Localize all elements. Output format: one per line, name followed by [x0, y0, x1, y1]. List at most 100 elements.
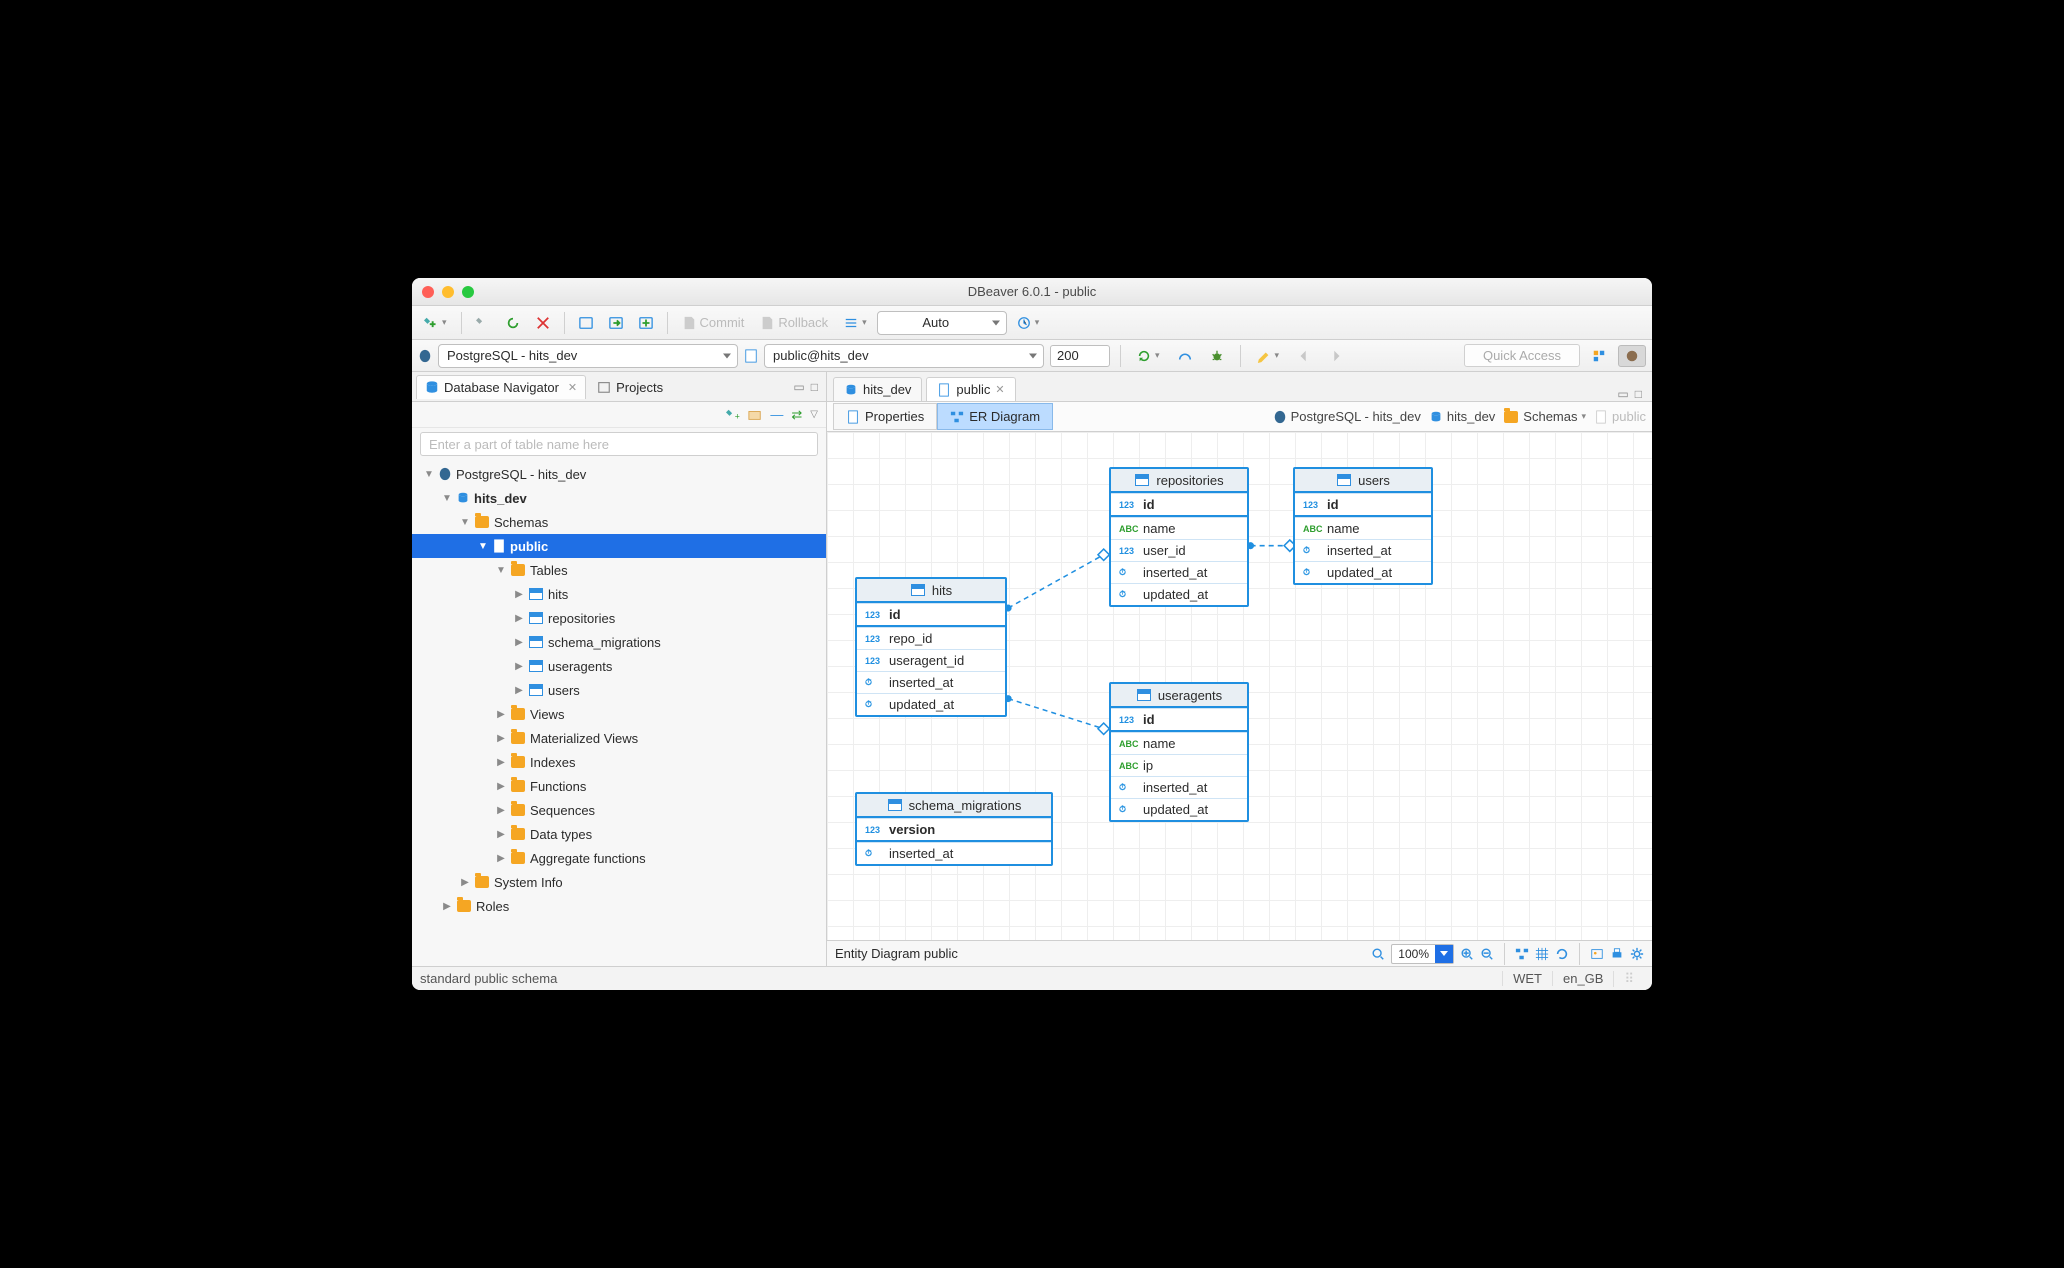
search-icon[interactable] [1371, 947, 1385, 961]
settings-icon[interactable] [1630, 947, 1644, 961]
reconnect-button[interactable] [500, 313, 526, 333]
minimize-editor-button[interactable]: ▭ [1617, 387, 1628, 401]
sql-recent-button[interactable] [603, 313, 629, 333]
entity-users[interactable]: users 123id ABCname ⏱inserted_at ⏱update… [1293, 467, 1433, 585]
search-button[interactable]: ▾ [1251, 346, 1286, 366]
window-controls [422, 286, 474, 298]
maximize-view-button[interactable]: □ [811, 380, 818, 394]
tree-aggfunc[interactable]: ▶Aggregate functions [412, 846, 826, 870]
collapse-icon[interactable]: — [770, 407, 783, 422]
view-menu-icon[interactable]: ▽ [810, 409, 818, 420]
tree-functions[interactable]: ▶Functions [412, 774, 826, 798]
entity-schema-migrations[interactable]: schema_migrations 123version ⏱inserted_a… [855, 792, 1053, 866]
link-editor-icon[interactable]: ⇄ [791, 407, 802, 423]
maximize-editor-button[interactable]: □ [1635, 387, 1642, 401]
disconnect-button[interactable] [530, 313, 556, 333]
plug-plus-icon[interactable]: + [726, 408, 740, 422]
editor-tab-hitsdev[interactable]: hits_dev [833, 377, 922, 401]
result-limit-value: 200 [1057, 348, 1079, 363]
refresh-button[interactable]: ▾ [1131, 346, 1166, 366]
tree-roles[interactable]: ▶Roles [412, 894, 826, 918]
sql-editor-button[interactable] [573, 313, 599, 333]
subtab-properties[interactable]: Properties [833, 403, 937, 430]
schema-select[interactable]: public@hits_dev [764, 344, 1044, 368]
minimize-window-button[interactable] [442, 286, 454, 298]
grid-icon[interactable] [1535, 947, 1549, 961]
forward-button[interactable] [1323, 346, 1349, 366]
dbeaver-perspective-button[interactable] [1618, 345, 1646, 367]
tree-table-hits[interactable]: ▶hits [412, 582, 826, 606]
minimize-view-button[interactable]: ▭ [793, 380, 804, 394]
zoom-select[interactable]: 100% [1391, 944, 1454, 964]
connect-button[interactable] [470, 313, 496, 333]
statusbar: standard public schema WET en_GB ⠿ [412, 966, 1652, 990]
new-connection-button[interactable]: ▾ [418, 313, 453, 333]
history-icon [1017, 316, 1031, 330]
er-diagram-canvas[interactable]: hits 123id 123repo_id 123useragent_id ⏱i… [827, 432, 1652, 940]
bc-database[interactable]: hits_dev [1429, 409, 1495, 424]
navigator-tree: ▼PostgreSQL - hits_dev ▼hits_dev ▼Schema… [412, 460, 826, 966]
close-icon[interactable]: ✕ [568, 381, 577, 394]
result-limit-field[interactable]: 200 [1050, 345, 1110, 367]
tree-table-schema-migrations[interactable]: ▶schema_migrations [412, 630, 826, 654]
bc-connection[interactable]: PostgreSQL - hits_dev [1273, 409, 1421, 424]
tree-table-users[interactable]: ▶users [412, 678, 826, 702]
tree-sequences[interactable]: ▶Sequences [412, 798, 826, 822]
perspective-button[interactable] [1586, 346, 1612, 366]
tree-schemas[interactable]: ▼Schemas [412, 510, 826, 534]
tree-tables[interactable]: ▼Tables [412, 558, 826, 582]
commit-button[interactable]: Commit [676, 312, 751, 333]
subtab-properties-label: Properties [865, 409, 924, 424]
export-image-icon[interactable] [1590, 947, 1604, 961]
tab-database-navigator[interactable]: Database Navigator ✕ [416, 375, 586, 399]
entity-repositories[interactable]: repositories 123id ABCname 123user_id ⏱i… [1109, 467, 1249, 607]
status-timezone: WET [1502, 971, 1552, 986]
subtab-er-diagram[interactable]: ER Diagram [937, 403, 1053, 430]
sql-plus-icon [639, 316, 653, 330]
connection-value: PostgreSQL - hits_dev [447, 348, 577, 363]
layout-icon[interactable] [1515, 947, 1529, 961]
tree-table-repositories[interactable]: ▶repositories [412, 606, 826, 630]
tree-connection[interactable]: ▼PostgreSQL - hits_dev [412, 462, 826, 486]
close-icon[interactable]: ✕ [995, 383, 1004, 396]
debug-button[interactable] [1204, 346, 1230, 366]
tree-database[interactable]: ▼hits_dev [412, 486, 826, 510]
rollback-button[interactable]: Rollback [754, 312, 834, 333]
bc-public[interactable]: public [1594, 409, 1646, 424]
highlighter-icon [1257, 349, 1271, 363]
refresh-diagram-icon[interactable] [1555, 947, 1569, 961]
tree-matviews[interactable]: ▶Materialized Views [412, 726, 826, 750]
navigator-toolbar: + — ⇄ ▽ [412, 402, 826, 428]
entity-useragents[interactable]: useragents 123id ABCname ABCip ⏱inserted… [1109, 682, 1249, 822]
tab-projects-label: Projects [616, 380, 663, 395]
main-toolbar: ▾ Commit Rollback ▾ Auto ▾ [412, 306, 1652, 340]
quick-access-field[interactable]: Quick Access [1464, 344, 1580, 367]
zoom-window-button[interactable] [462, 286, 474, 298]
bc-schemas[interactable]: Schemas▾ [1503, 409, 1586, 425]
print-icon[interactable] [1610, 947, 1624, 961]
tx-mode-select[interactable]: Auto [877, 311, 1007, 335]
tree-views[interactable]: ▶Views [412, 702, 826, 726]
tree-table-useragents[interactable]: ▶useragents [412, 654, 826, 678]
stop-button[interactable] [1172, 346, 1198, 366]
navigator-panel: Database Navigator ✕ Projects ▭ □ + — ⇄ … [412, 372, 827, 966]
tx-mode-button[interactable]: ▾ [838, 313, 873, 333]
connection-select[interactable]: PostgreSQL - hits_dev [438, 344, 738, 368]
zoom-in-icon[interactable] [1460, 947, 1474, 961]
tree-sysinfo[interactable]: ▶System Info [412, 870, 826, 894]
tab-projects[interactable]: Projects [588, 375, 672, 399]
new-folder-icon[interactable] [748, 408, 762, 422]
entity-hits[interactable]: hits 123id 123repo_id 123useragent_id ⏱i… [855, 577, 1007, 717]
tree-indexes[interactable]: ▶Indexes [412, 750, 826, 774]
tree-schema-public[interactable]: ▼public [412, 534, 826, 558]
tx-history-button[interactable]: ▾ [1011, 313, 1046, 333]
refresh-icon [1137, 349, 1151, 363]
zoom-out-icon[interactable] [1480, 947, 1494, 961]
back-button[interactable] [1291, 346, 1317, 366]
editor-tab-public[interactable]: public ✕ [926, 377, 1015, 401]
tree-datatypes[interactable]: ▶Data types [412, 822, 826, 846]
sql-new-button[interactable] [633, 313, 659, 333]
close-window-button[interactable] [422, 286, 434, 298]
search-input[interactable] [420, 432, 818, 456]
diagram-caption: Entity Diagram public [835, 946, 958, 961]
